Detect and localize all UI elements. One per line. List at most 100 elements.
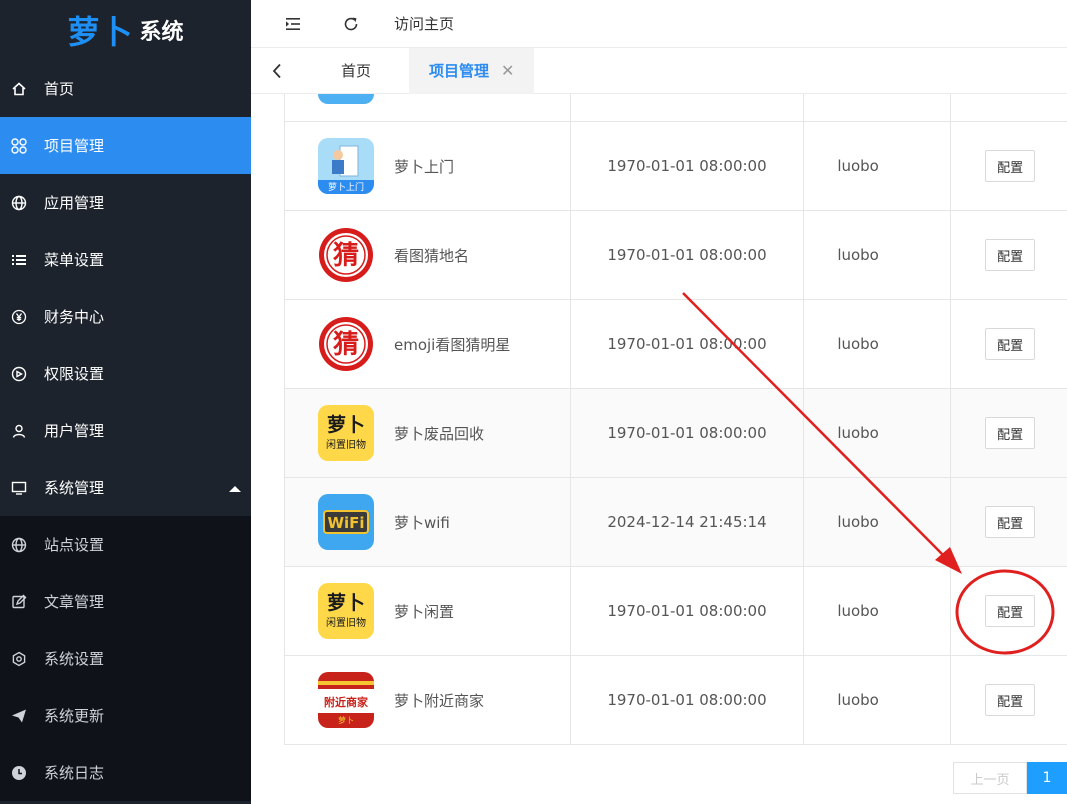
user-icon: [10, 422, 28, 440]
tab-bar: 首页 项目管理 ✕: [251, 47, 1067, 94]
table-cell: luobo: [804, 300, 952, 388]
config-button[interactable]: 配置: [985, 684, 1036, 716]
app-icon-nearby: 附近商家 萝卜: [318, 672, 374, 728]
app-icon-wifi: WiFi: [318, 494, 374, 550]
sidebar-item-label: 首页: [44, 80, 75, 98]
sidebar-item-label: 菜单设置: [44, 251, 105, 269]
config-button[interactable]: 配置: [985, 506, 1036, 538]
config-button-highlighted[interactable]: 配置: [985, 595, 1036, 627]
svg-text:闲置旧物: 闲置旧物: [326, 438, 366, 451]
table-cell: 配置: [951, 122, 1067, 210]
globe-icon: [10, 536, 28, 554]
sidebar-item-label: 系统设置: [44, 650, 105, 668]
sidebar-item-label: 项目管理: [44, 137, 105, 155]
table-cell: [285, 94, 571, 121]
sidebar-item-projects[interactable]: 项目管理: [0, 117, 251, 174]
sidebar-item-label: 系统日志: [44, 764, 105, 782]
sidebar-item-home[interactable]: 首页: [0, 60, 251, 117]
sidebar-item-system-update[interactable]: 系统更新: [0, 687, 251, 744]
app-icon-guess: 猜: [318, 227, 374, 283]
sidebar-item-label: 用户管理: [44, 422, 105, 440]
sidebar-item-articles[interactable]: 文章管理: [0, 573, 251, 630]
globe-icon: [10, 194, 28, 212]
dashboard-icon: [10, 365, 28, 383]
sidebar-item-label: 系统更新: [44, 707, 105, 725]
owner: luobo: [837, 602, 879, 620]
send-icon: [10, 707, 28, 725]
app-name: 看图猜地名: [394, 246, 470, 265]
sidebar-item-label: 权限设置: [44, 365, 105, 383]
created-time: 1970-01-01 08:00:00: [607, 691, 767, 709]
table-cell: 萝卜 闲置旧物 萝卜闲置: [285, 567, 571, 655]
table-cell: 1970-01-01 08:00:00: [571, 389, 805, 477]
config-button[interactable]: 配置: [985, 150, 1036, 182]
app-name: 萝卜wifi: [394, 513, 450, 532]
sidebar-item-system[interactable]: 系统管理: [0, 459, 251, 516]
logo[interactable]: 萝卜 系统: [0, 0, 251, 60]
app-icon-recycle: 萝卜 闲置旧物: [318, 405, 374, 461]
table-row: 萝卜 闲置旧物 萝卜闲置 1970-01-01 08:00:00 luobo 配置: [285, 567, 1067, 656]
table-cell: 附近商家 萝卜 萝卜附近商家: [285, 656, 571, 744]
table-row: 萝卜上门 萝卜上门 1970-01-01 08:00:00 luobo 配置: [285, 122, 1067, 211]
app-name: emoji看图猜明星: [394, 335, 511, 354]
owner: luobo: [837, 513, 879, 531]
tab-projects[interactable]: 项目管理 ✕: [409, 47, 535, 94]
table-cell: 配置: [951, 389, 1067, 477]
sidebar-item-system-settings[interactable]: 系统设置: [0, 630, 251, 687]
svg-text:猜: 猜: [332, 330, 359, 360]
table-cell: luobo: [804, 567, 952, 655]
edit-icon: [10, 593, 28, 611]
sidebar-item-finance[interactable]: 财务中心: [0, 288, 251, 345]
table-cell: 配置: [951, 300, 1067, 388]
pagination: 上一页 1: [953, 762, 1067, 794]
chevron-left-icon[interactable]: [251, 48, 303, 94]
sidebar-item-apps[interactable]: 应用管理: [0, 174, 251, 231]
created-time: 1970-01-01 08:00:00: [607, 335, 767, 353]
created-time: 1970-01-01 08:00:00: [607, 602, 767, 620]
svg-text:猜: 猜: [332, 241, 359, 271]
projects-table: 萝卜上门 萝卜上门 1970-01-01 08:00:00 luobo 配置 猜…: [284, 94, 1067, 745]
config-button[interactable]: 配置: [985, 239, 1036, 271]
table-cell: 1970-01-01 08:00:00: [571, 567, 805, 655]
config-button[interactable]: 配置: [985, 328, 1036, 360]
prev-page-button[interactable]: 上一页: [953, 762, 1027, 794]
svg-text:萝卜: 萝卜: [327, 592, 365, 614]
svg-text:闲置旧物: 闲置旧物: [326, 616, 366, 629]
sidebar-item-menu-settings[interactable]: 菜单设置: [0, 231, 251, 288]
owner: luobo: [837, 246, 879, 264]
table-cell: [571, 94, 805, 121]
config-button[interactable]: 配置: [985, 417, 1036, 449]
table-row: 猜 emoji看图猜明星 1970-01-01 08:00:00 luobo 配…: [285, 300, 1067, 389]
visit-homepage-link[interactable]: 访问主页: [394, 13, 454, 34]
page-1-button[interactable]: 1: [1027, 762, 1067, 794]
table-cell: 萝卜上门 萝卜上门: [285, 122, 571, 210]
sidebar-item-users[interactable]: 用户管理: [0, 402, 251, 459]
table-row: 附近商家 萝卜 萝卜附近商家 1970-01-01 08:00:00 luobo …: [285, 656, 1067, 745]
table-cell: 1970-01-01 08:00:00: [571, 300, 805, 388]
created-time: 2024-12-14 21:45:14: [607, 513, 767, 531]
home-icon: [10, 80, 28, 98]
sidebar-item-site-settings[interactable]: 站点设置: [0, 516, 251, 573]
sidebar-item-label: 财务中心: [44, 308, 105, 326]
sidebar-item-system-log[interactable]: 系统日志: [0, 744, 251, 801]
app-icon-guess: 猜: [318, 316, 374, 372]
owner: luobo: [837, 691, 879, 709]
monitor-icon: [10, 479, 28, 497]
owner: luobo: [837, 157, 879, 175]
refresh-icon[interactable]: [336, 9, 366, 39]
clock-icon: [10, 764, 28, 782]
table-row-partial: [285, 94, 1067, 122]
table-cell: 猜 看图猜地名: [285, 211, 571, 299]
menu-fold-icon[interactable]: [278, 9, 308, 39]
close-icon[interactable]: ✕: [501, 61, 514, 80]
sidebar-item-label: 站点设置: [44, 536, 105, 554]
tab-label: 首页: [341, 62, 372, 80]
table-cell: luobo: [804, 656, 952, 744]
sidebar-item-permissions[interactable]: 权限设置: [0, 345, 251, 402]
gear-icon: [10, 650, 28, 668]
table-cell: 1970-01-01 08:00:00: [571, 122, 805, 210]
created-time: 1970-01-01 08:00:00: [607, 424, 767, 442]
tab-home[interactable]: 首页: [303, 48, 409, 94]
svg-text:萝卜: 萝卜: [338, 715, 354, 725]
table-cell: 1970-01-01 08:00:00: [571, 211, 805, 299]
